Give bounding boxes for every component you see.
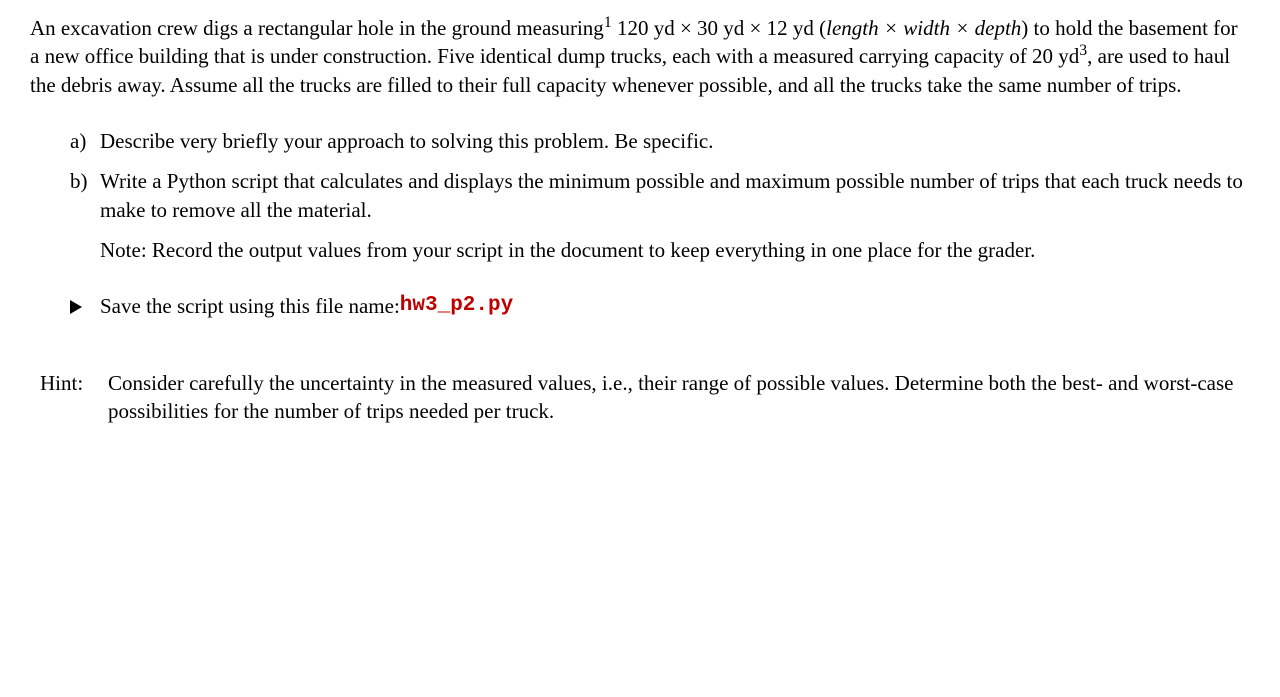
- parts-list: a) Describe very briefly your approach t…: [30, 127, 1250, 264]
- part-a: a) Describe very briefly your approach t…: [70, 127, 1250, 155]
- triangle-bullet-icon: [70, 300, 82, 314]
- save-instruction: Save the script using this file name: hw…: [30, 292, 1250, 320]
- problem-statement: An excavation crew digs a rectangular ho…: [30, 14, 1250, 99]
- part-b-content: Write a Python script that calculates an…: [100, 167, 1250, 264]
- cubic-exponent: 3: [1079, 42, 1087, 59]
- save-text: Save the script using this file name:: [100, 292, 400, 320]
- problem-text-1: An excavation crew digs a rectangular ho…: [30, 16, 604, 40]
- footnote-marker: 1: [604, 14, 612, 31]
- filename: hw3_p2.py: [400, 292, 513, 320]
- problem-dimensions: 120 yd × 30 yd × 12 yd (: [612, 16, 826, 40]
- part-b-label: b): [70, 167, 100, 264]
- part-a-content: Describe very briefly your approach to s…: [100, 127, 1250, 155]
- hint-label: Hint:: [40, 369, 108, 426]
- part-b: b) Write a Python script that calculates…: [70, 167, 1250, 264]
- hint-section: Hint: Consider carefully the uncertainty…: [30, 369, 1250, 426]
- part-b-text: Write a Python script that calculates an…: [100, 169, 1243, 221]
- part-a-label: a): [70, 127, 100, 155]
- hint-content: Consider carefully the uncertainty in th…: [108, 369, 1250, 426]
- part-b-note: Note: Record the output values from your…: [100, 236, 1250, 264]
- problem-dim-labels: length × width × depth: [826, 16, 1021, 40]
- part-a-text: Describe very briefly your approach to s…: [100, 129, 714, 153]
